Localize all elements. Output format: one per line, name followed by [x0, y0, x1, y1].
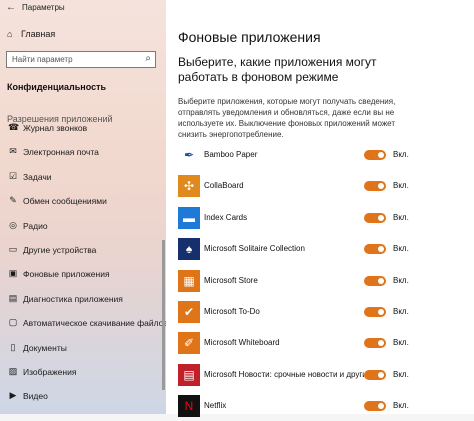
mail-icon: ✉ — [9, 146, 17, 157]
app-name: Microsoft Новости: срочные новости и дру… — [204, 369, 364, 379]
app-toggle[interactable] — [364, 275, 386, 286]
sidebar-item[interactable]: ▶ Видео — [0, 388, 160, 406]
home-label: Главная — [21, 29, 56, 39]
call-log-icon: ☎ — [8, 122, 20, 132]
app-toggle[interactable] — [364, 338, 386, 349]
sidebar-item[interactable]: ▨ Изображения — [0, 364, 160, 382]
app-name: Index Cards — [204, 212, 248, 222]
background-apps-icon: ▣ — [8, 268, 18, 279]
app-name: Netflix — [204, 401, 227, 411]
sidebar-item-label: Другие устройства — [23, 245, 97, 255]
app-row: ♠ Microsoft Solitaire Collection Вкл. — [178, 238, 468, 264]
page-description: Выберите приложения, которые могут получ… — [178, 97, 396, 139]
sidebar-item-label: Электронная почта — [23, 147, 99, 158]
app-icon: ▬ — [178, 206, 200, 229]
sidebar-item-label: Обмен сообщениями — [23, 196, 107, 207]
app-icon: ✔ — [178, 301, 200, 323]
toggle-state-label: Вкл. — [393, 369, 409, 379]
app-toggle[interactable] — [364, 212, 386, 223]
app-row: ✔ Microsoft To-Do Вкл. — [178, 301, 468, 327]
download-icon: ▢ — [8, 317, 18, 328]
app-icon: ✐ — [178, 332, 200, 355]
app-toggle[interactable] — [364, 244, 386, 255]
app-row: ✐ Microsoft Whiteboard Вкл. — [178, 332, 468, 358]
section-title: Конфиденциальность — [7, 82, 107, 92]
tasks-icon: ☑ — [8, 170, 18, 181]
toggle-state-label: Вкл. — [393, 401, 409, 411]
sidebar-item-label: Автоматическое скачивание файлов — [23, 318, 166, 329]
app-toggle[interactable] — [364, 307, 386, 317]
images-icon: ▨ — [8, 366, 18, 376]
sidebar-item-label: Радио — [23, 220, 48, 231]
page-subtitle: Выберите, какие приложения могут работат… — [178, 55, 377, 84]
app-row: ▬ Index Cards Вкл. — [178, 206, 468, 233]
home-icon: ⌂ — [7, 29, 13, 39]
sidebar-item[interactable]: ☑ Задачи — [0, 169, 160, 187]
app-row: ▦ Microsoft Store Вкл. — [178, 269, 468, 296]
app-row: ▤ Microsoft Новости: срочные новости и др… — [178, 363, 468, 390]
toggle-state-label: Вкл. — [393, 307, 409, 316]
sidebar-item[interactable]: ▯ Документы — [0, 340, 160, 358]
app-icon: ▦ — [178, 269, 200, 292]
radio-icon: ◎ — [9, 219, 17, 230]
window-title: Параметры — [22, 3, 65, 12]
sidebar-item-label: Фоновые приложения — [23, 269, 110, 280]
documents-icon: ▯ — [10, 341, 16, 352]
messaging-icon: ✎ — [9, 195, 17, 206]
home-link[interactable]: ⌂ Главная — [7, 29, 55, 39]
sidebar-item-label: Журнал звонков — [23, 123, 88, 133]
sidebar-item-label: Диагностика приложения — [23, 293, 123, 304]
scrollbar[interactable] — [162, 240, 165, 390]
main-panel: Фоновые приложения Выберите, какие прило… — [166, 0, 474, 418]
app-row: ✣ CollaBoard Вкл. — [178, 175, 468, 201]
page-title: Фоновые приложения — [178, 29, 321, 45]
search-placeholder: Найти параметр — [12, 55, 73, 64]
sidebar-item-label: Изображения — [23, 367, 77, 377]
app-name: Microsoft Whiteboard — [204, 338, 280, 348]
sidebar-item[interactable]: ▭ Другие устройства — [0, 242, 160, 260]
sidebar-item-label: Документы — [23, 342, 67, 353]
devices-icon: ▭ — [8, 244, 18, 254]
sidebar: ⌂ Главная Найти параметр ⌕ Конфиденциальн… — [0, 0, 166, 414]
sidebar-item[interactable]: ☎ Журнал звонков — [0, 120, 160, 138]
sidebar-item[interactable]: ◎ Радио — [0, 218, 160, 236]
toggle-state-label: Вкл. — [393, 212, 409, 222]
app-toggle[interactable] — [364, 150, 386, 160]
app-icon: ✣ — [178, 175, 200, 198]
app-name: Bamboo Paper — [204, 150, 258, 159]
app-icon: ▤ — [178, 363, 200, 386]
sidebar-item[interactable]: ▣ Фоновые приложения — [0, 266, 160, 284]
toggle-state-label: Вкл. — [393, 150, 409, 159]
diagnostics-icon: ▤ — [8, 292, 18, 303]
sidebar-item[interactable]: ✎ Обмен сообщениями — [0, 193, 160, 211]
search-icon[interactable]: ⌕ — [145, 53, 151, 64]
app-toggle[interactable] — [364, 181, 386, 192]
video-icon: ▶ — [9, 390, 17, 401]
sidebar-item[interactable]: ▤ Диагностика приложения — [0, 291, 160, 309]
app-name: Microsoft To-Do — [204, 307, 260, 316]
toggle-state-label: Вкл. — [393, 275, 409, 285]
search-input[interactable]: Найти параметр ⌕ — [6, 51, 156, 68]
app-name: Microsoft Store — [204, 275, 258, 285]
toggle-state-label: Вкл. — [393, 181, 409, 191]
sidebar-item-label: Видео — [23, 391, 48, 402]
toggle-state-label: Вкл. — [393, 338, 409, 348]
app-name: CollaBoard — [204, 181, 244, 191]
toggle-state-label: Вкл. — [393, 244, 409, 254]
sidebar-item[interactable]: ▢ Автоматическое скачивание файлов — [0, 315, 166, 333]
app-toggle[interactable] — [364, 401, 386, 412]
app-name: Microsoft Solitaire Collection — [204, 244, 305, 254]
sidebar-item[interactable]: ✉ Электронная почта — [0, 144, 160, 162]
back-button[interactable]: ← — [6, 2, 16, 13]
sidebar-item-label: Задачи — [23, 171, 52, 182]
app-row: N Netflix Вкл. — [178, 395, 468, 421]
app-icon: ♠ — [178, 238, 200, 261]
app-toggle[interactable] — [364, 369, 386, 380]
app-icon: ✒ — [178, 144, 200, 166]
app-row: ✒ Bamboo Paper Вкл. — [178, 144, 468, 170]
